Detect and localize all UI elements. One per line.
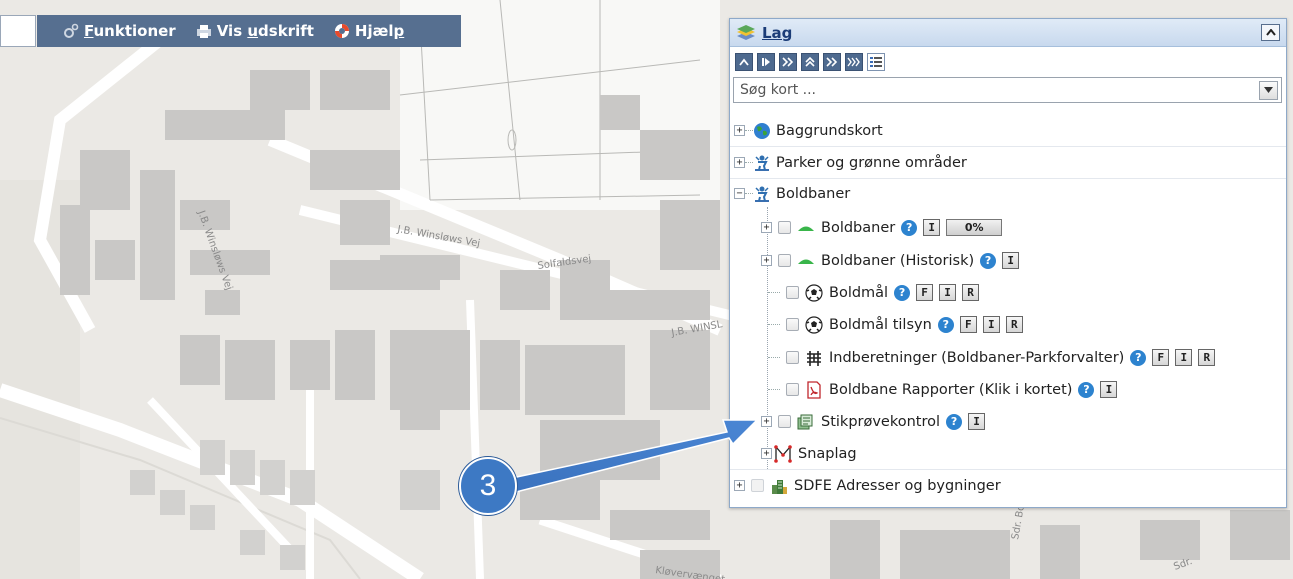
- layer-checkbox[interactable]: [786, 351, 799, 364]
- forward-icon: [782, 57, 794, 67]
- chevron-up-icon: [1265, 29, 1276, 36]
- help-icon[interactable]: ?: [1078, 381, 1095, 398]
- help-icon[interactable]: ?: [937, 316, 954, 333]
- filter-tag-button[interactable]: F: [1152, 349, 1170, 366]
- help-icon[interactable]: ?: [946, 413, 963, 430]
- triple-forward-icon: [847, 57, 860, 67]
- layer-group-boldbaner[interactable]: − Boldbaner: [734, 178, 850, 209]
- football-icon: [805, 283, 823, 302]
- info-tag-button[interactable]: I: [1002, 252, 1020, 269]
- forward-icon: [826, 57, 838, 67]
- double-up-icon: [805, 57, 815, 67]
- park-person-icon: [755, 155, 769, 171]
- info-tag-button[interactable]: I: [982, 316, 1000, 333]
- layer-item-stikproevekontrol[interactable]: + Stikprøvekontrol ? I: [761, 406, 986, 437]
- snap-icon: [774, 444, 792, 463]
- layer-checkbox[interactable]: [751, 479, 764, 492]
- info-tag-button[interactable]: I: [1175, 349, 1193, 366]
- expand-toggle[interactable]: +: [761, 416, 772, 427]
- filter-tag-button[interactable]: F: [959, 316, 977, 333]
- layer-checkbox[interactable]: [786, 286, 799, 299]
- filter-tag-button[interactable]: F: [916, 284, 934, 301]
- arrow-up-icon: [739, 58, 749, 66]
- info-tag-button[interactable]: I: [968, 413, 986, 430]
- bench-icon: [807, 350, 821, 366]
- stack-icon: [797, 414, 813, 429]
- park-person-icon: [755, 186, 769, 202]
- move-up-button[interactable]: [735, 53, 753, 71]
- buildings-icon: [772, 479, 787, 494]
- layer-checkbox[interactable]: [778, 415, 791, 428]
- play-button[interactable]: [757, 53, 775, 71]
- layer-checkbox[interactable]: [786, 318, 799, 331]
- help-icon[interactable]: ?: [1130, 349, 1147, 366]
- expand-toggle[interactable]: +: [761, 448, 772, 459]
- opacity-progress[interactable]: 0%: [946, 219, 1003, 236]
- collapse-toggle[interactable]: −: [734, 188, 745, 199]
- layer-item-boldmaal-tilsyn[interactable]: Boldmål tilsyn ? F I R: [768, 309, 1023, 340]
- printer-icon: [196, 25, 211, 38]
- play-icon: [762, 58, 770, 66]
- expand-all-button[interactable]: [845, 53, 863, 71]
- layer-item-boldbaner[interactable]: + Boldbaner ? I 0%: [761, 212, 1003, 243]
- layer-panel-header: Lag: [730, 19, 1286, 47]
- green-area-icon: [798, 259, 814, 264]
- layers-icon: [737, 24, 755, 40]
- next-button[interactable]: [823, 53, 841, 71]
- globe-icon: [754, 122, 770, 139]
- chevron-down-icon: [1264, 87, 1273, 93]
- football-icon: [805, 315, 823, 334]
- expand-toggle[interactable]: +: [734, 125, 745, 136]
- map-search-combobox: [733, 77, 1282, 103]
- layer-item-boldbane-rapporter[interactable]: Boldbane Rapporter (Klik i kortet) ? I: [768, 374, 1118, 405]
- info-tag-button[interactable]: I: [1100, 381, 1118, 398]
- layer-toolbar: [730, 50, 1286, 74]
- forward-button[interactable]: [779, 53, 797, 71]
- expand-toggle[interactable]: +: [761, 255, 772, 266]
- gears-icon: [64, 23, 79, 38]
- green-area-icon: [798, 226, 814, 231]
- toolbar-search-stub[interactable]: [0, 15, 36, 47]
- layer-item-snaplag[interactable]: + Snaplag: [761, 438, 857, 469]
- pdf-icon: [807, 380, 821, 399]
- report-tag-button[interactable]: R: [1198, 349, 1216, 366]
- info-tag-button[interactable]: I: [939, 284, 957, 301]
- functions-menu-button[interactable]: Funktioner: [63, 22, 176, 40]
- help-icon[interactable]: ?: [901, 219, 918, 236]
- layer-checkbox[interactable]: [778, 254, 791, 267]
- expand-toggle[interactable]: +: [761, 222, 772, 233]
- print-button[interactable]: Vis udskrift: [196, 22, 314, 40]
- collapse-all-button[interactable]: [801, 53, 819, 71]
- layer-tree: + Baggrundskort + Parker og grønne områd…: [730, 115, 1286, 507]
- layer-panel-title[interactable]: Lag: [762, 24, 792, 42]
- report-tag-button[interactable]: R: [1005, 316, 1023, 333]
- expand-toggle[interactable]: +: [734, 480, 745, 491]
- help-icon[interactable]: ?: [980, 252, 997, 269]
- layer-item-boldbaner-historisk[interactable]: + Boldbaner (Historisk) ? I: [761, 245, 1020, 276]
- layer-item-boldmaal[interactable]: Boldmål ? F I R: [768, 277, 980, 308]
- help-button[interactable]: Hjælp: [334, 22, 404, 40]
- legend-list-button[interactable]: [867, 53, 885, 71]
- help-icon[interactable]: ?: [894, 284, 911, 301]
- layer-item-indberetninger[interactable]: Indberetninger (Boldbaner-Parkforvalter)…: [768, 342, 1216, 373]
- step-number-badge: 3: [459, 457, 517, 515]
- report-tag-button[interactable]: R: [962, 284, 980, 301]
- top-toolbar: Funktioner Vis udskrift Hjælp: [37, 15, 461, 47]
- expand-toggle[interactable]: +: [734, 157, 745, 168]
- info-tag-button[interactable]: I: [923, 219, 941, 236]
- search-dropdown-button[interactable]: [1259, 80, 1278, 100]
- layer-panel: Lag Søg kort ... + Baggrundskort + Parke…: [729, 18, 1287, 508]
- layer-item-sdfe[interactable]: + SDFE Adresser og bygninger: [734, 470, 1001, 501]
- collapse-panel-button[interactable]: [1261, 24, 1280, 41]
- layer-checkbox[interactable]: [778, 221, 791, 234]
- lifebuoy-icon: [334, 24, 349, 38]
- layer-item-parker[interactable]: + Parker og grønne områder: [734, 147, 967, 178]
- list-icon: [870, 57, 882, 67]
- map-search-input[interactable]: [734, 82, 1259, 98]
- layer-checkbox[interactable]: [786, 383, 799, 396]
- layer-item-baggrundskort[interactable]: + Baggrundskort: [734, 115, 883, 146]
